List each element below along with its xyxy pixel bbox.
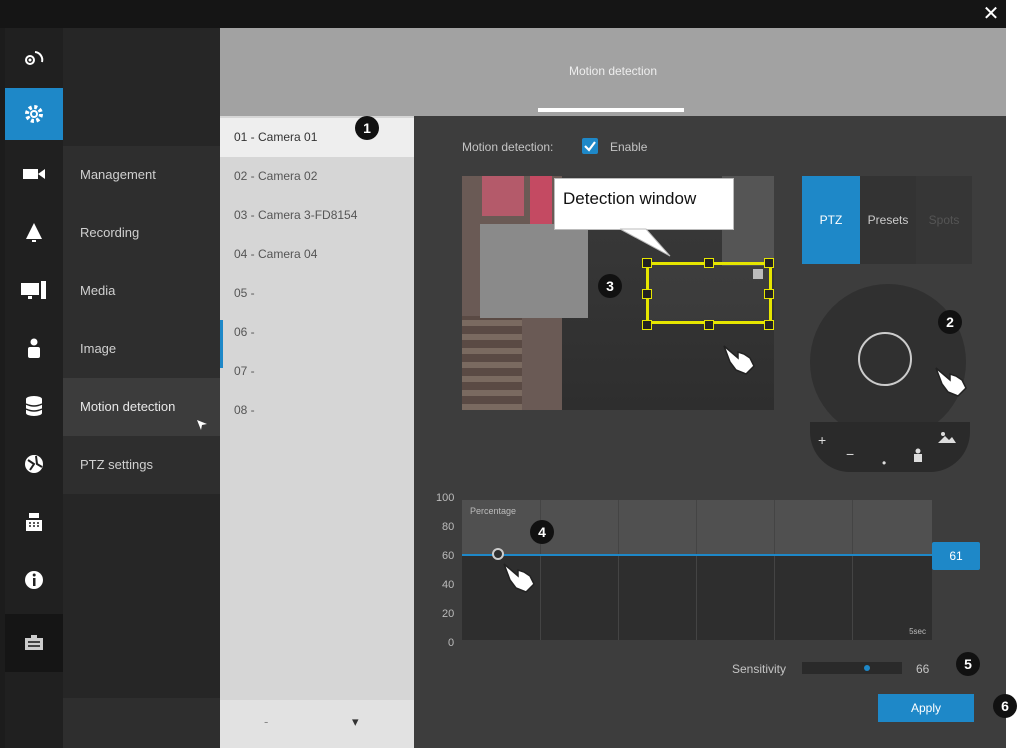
marker-5: 5 (956, 652, 980, 676)
tab-spots[interactable]: Spots (916, 176, 972, 264)
marker-4: 4 (530, 520, 554, 544)
zoom-in-button[interactable]: + (818, 432, 826, 448)
ptz-joystick-knob[interactable] (858, 332, 912, 386)
tab-presets[interactable]: Presets (860, 176, 916, 264)
camera-control-icon[interactable] (5, 32, 63, 84)
category-footer (63, 698, 220, 748)
info-icon[interactable] (5, 554, 63, 606)
marker-2: 2 (938, 310, 962, 334)
landscape-icon[interactable] (938, 430, 956, 449)
category-media[interactable]: Media (63, 262, 220, 320)
video-camera-icon[interactable] (5, 148, 63, 200)
tab-ptz[interactable]: PTZ (802, 176, 860, 264)
sensitivity-label: Sensitivity (732, 662, 787, 676)
camera-item[interactable]: 05 - (220, 274, 414, 313)
focus-dot-button[interactable]: • (882, 456, 886, 470)
chart-axis-label: Percentage (470, 506, 517, 516)
y-tick-60: 60 (442, 550, 455, 562)
category-ptz-settings[interactable]: PTZ settings (63, 436, 220, 494)
marker-6: 6 (993, 694, 1017, 718)
marker-3: 3 (598, 274, 622, 298)
camera-list: 01 - Camera 01 02 - Camera 02 03 - Camer… (220, 116, 414, 748)
camera-list-next-button[interactable]: ▾ (352, 714, 359, 730)
camera-item[interactable]: 03 - Camera 3-FD8154 (220, 196, 414, 235)
camera-list-footer: - ▾ (220, 700, 414, 748)
title-bar: ✕ (0, 0, 1006, 28)
camera-list-scroll-indicator[interactable] (220, 320, 223, 368)
settings-icon[interactable] (5, 88, 63, 140)
monitor-display-icon[interactable] (5, 264, 63, 316)
user-icon[interactable] (5, 322, 63, 374)
user-icon[interactable] (912, 448, 924, 467)
network-globe-icon[interactable] (5, 438, 63, 490)
sensitivity-value: 66 (916, 662, 930, 676)
category-management[interactable]: Management (63, 146, 220, 204)
page-title: Motion detection (568, 64, 658, 78)
chart-time-label: 5sec (909, 627, 926, 636)
alarm-bell-icon[interactable] (5, 206, 63, 258)
y-tick-40: 40 (442, 579, 455, 591)
cursor-arrow-icon (196, 418, 208, 436)
y-tick-0: 0 (448, 637, 455, 649)
cash-register-icon[interactable] (5, 496, 63, 548)
pointing-hand-icon (932, 362, 972, 403)
camera-item[interactable]: 08 - (220, 391, 414, 430)
sensitivity-slider-thumb[interactable] (864, 665, 870, 671)
camera-item[interactable]: 02 - Camera 02 (220, 157, 414, 196)
close-button[interactable]: ✕ (979, 2, 1003, 26)
threshold-value-badge: 61 (932, 542, 980, 570)
pointing-hand-icon (500, 558, 540, 599)
category-recording[interactable]: Recording (63, 204, 220, 262)
y-tick-80: 80 (442, 521, 455, 533)
camera-list-prev-button[interactable]: - (264, 714, 268, 729)
icon-sidebar (5, 28, 63, 748)
y-tick-20: 20 (442, 608, 455, 620)
threshold-line[interactable] (462, 554, 932, 556)
settings-category-panel: Management Recording Media Image Motion … (63, 28, 220, 748)
keyboard-icon[interactable] (5, 614, 63, 672)
camera-item[interactable]: 04 - Camera 04 (220, 235, 414, 274)
page-header: Motion detection (220, 28, 1006, 116)
motion-chart: Percentage 5sec (462, 500, 932, 640)
marker-1: 1 (355, 116, 379, 140)
camera-item[interactable]: 07 - (220, 352, 414, 391)
camera-item[interactable]: 01 - Camera 01 (220, 118, 414, 157)
zoom-out-button[interactable]: − (846, 446, 854, 462)
camera-item[interactable]: 06 - (220, 313, 414, 352)
sensitivity-slider[interactable] (802, 662, 902, 674)
tab-active-indicator (538, 108, 684, 112)
apply-button[interactable]: Apply (878, 694, 974, 722)
motion-detection-panel: Motion detection: Enable Detection windo… (414, 116, 1006, 748)
y-tick-100: 100 (436, 492, 455, 504)
category-image[interactable]: Image (63, 320, 220, 378)
database-icon[interactable] (5, 380, 63, 432)
